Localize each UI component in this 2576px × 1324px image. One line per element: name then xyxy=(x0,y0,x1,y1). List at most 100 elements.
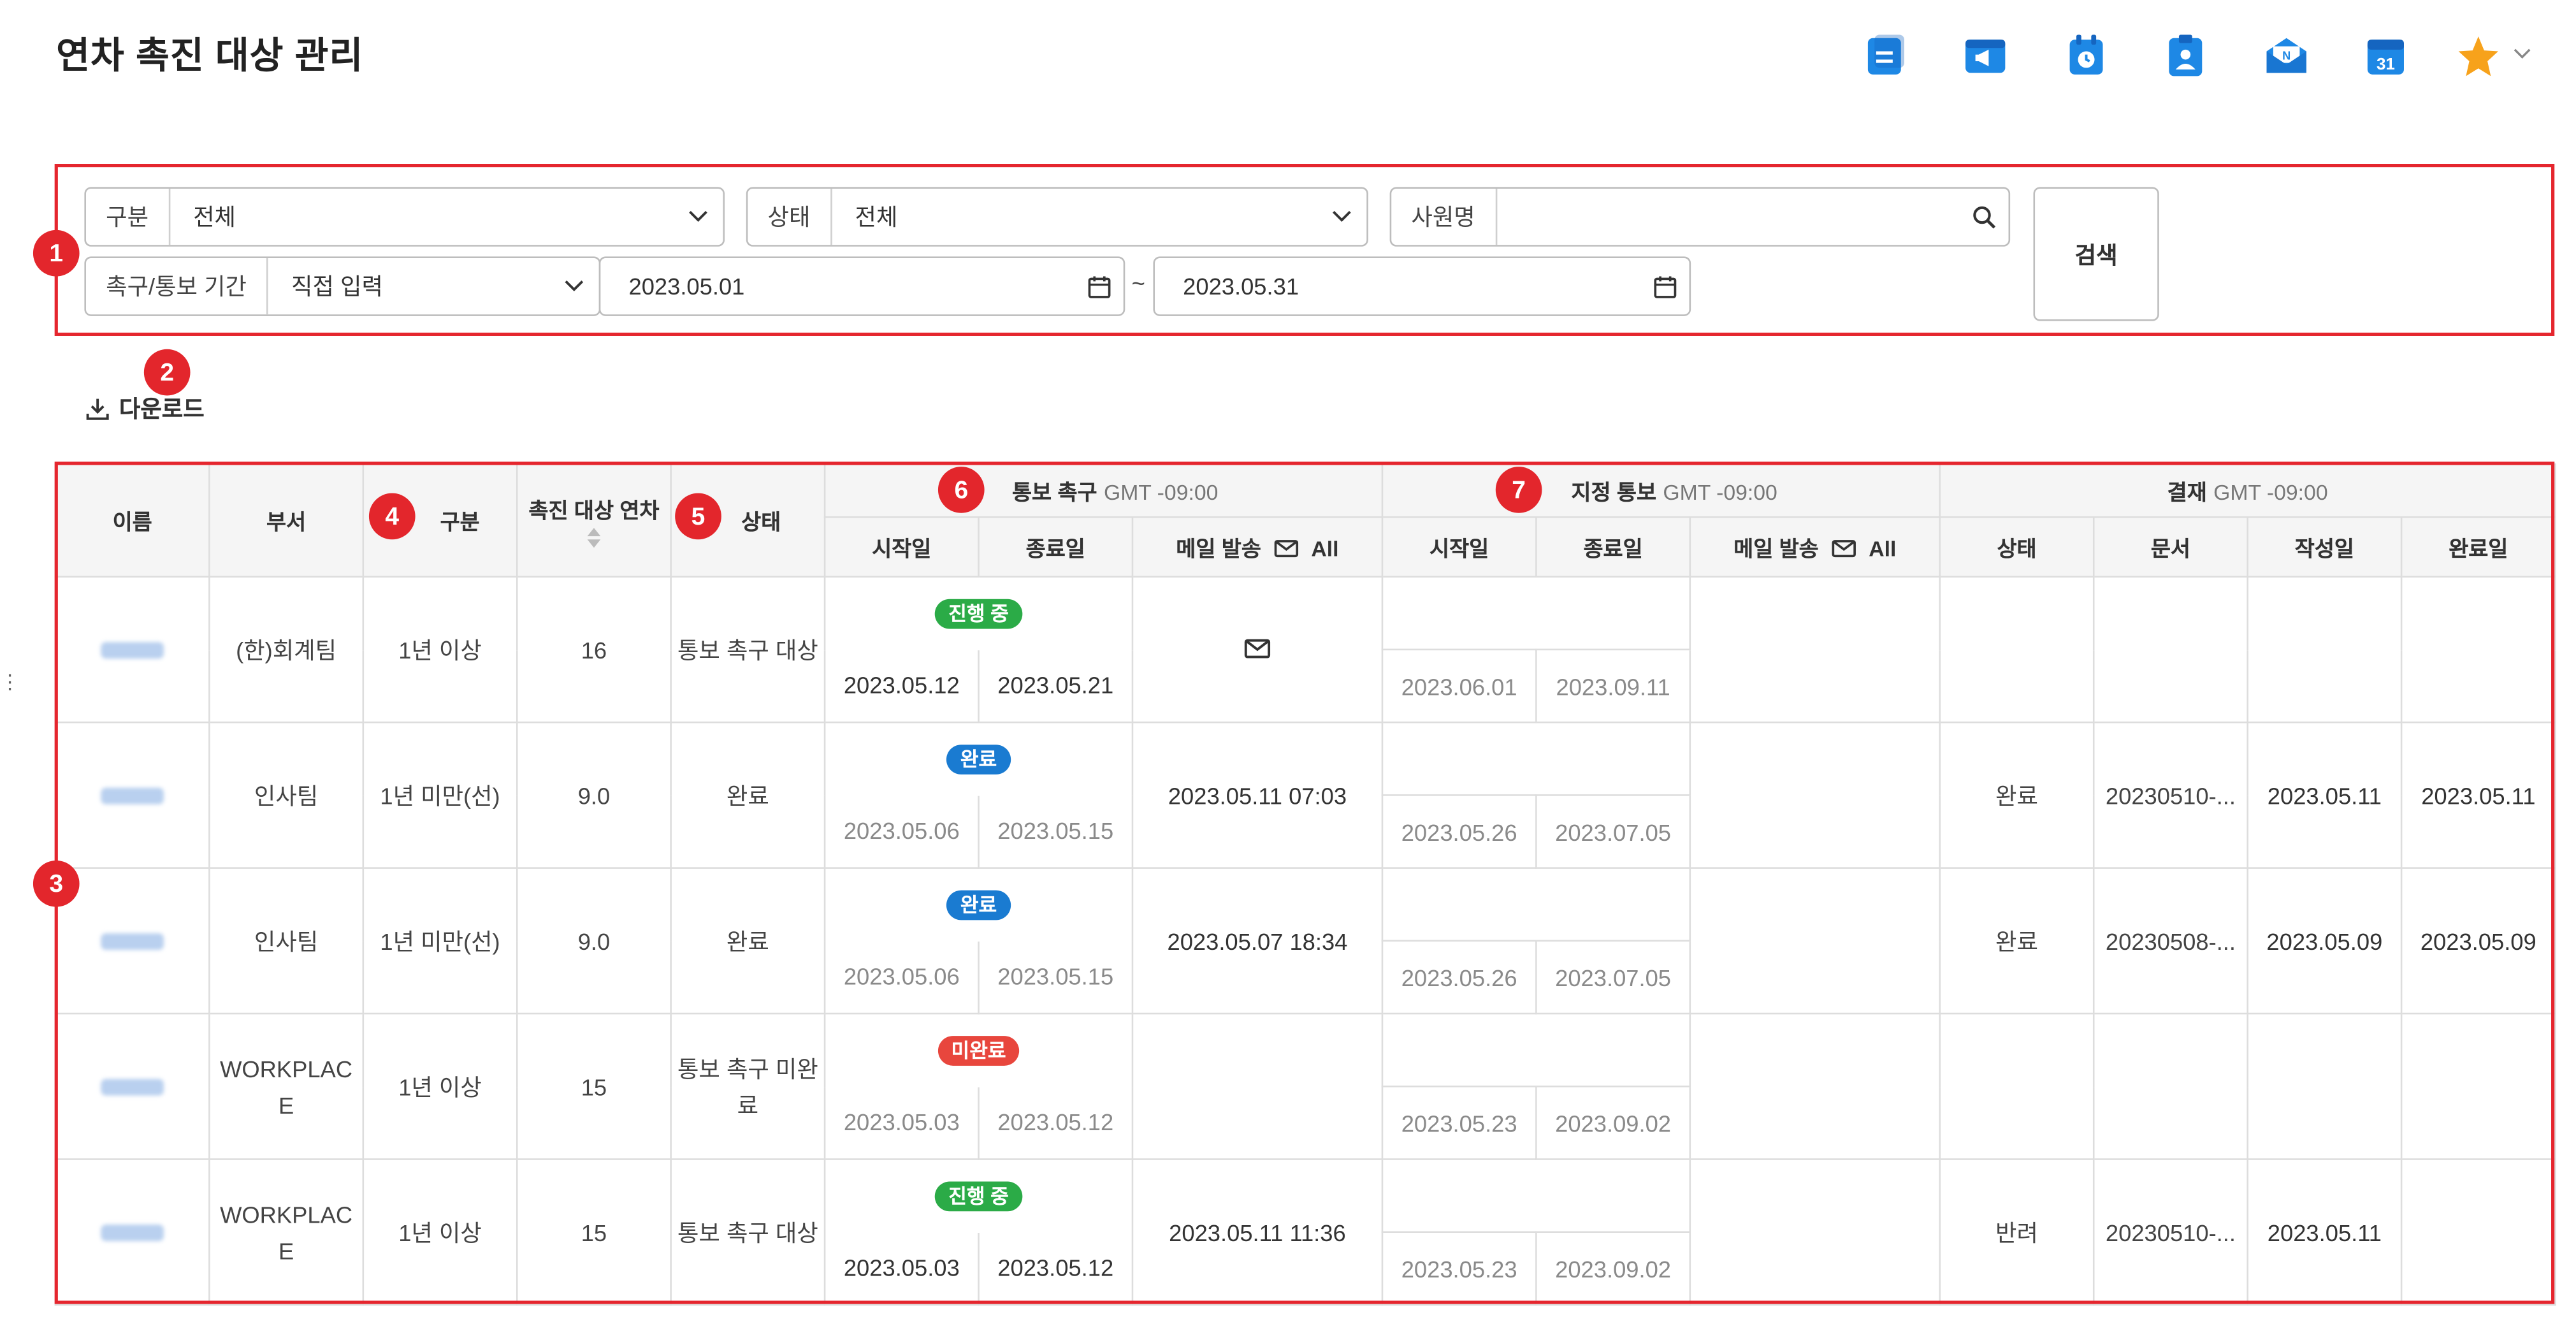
period-start-date[interactable]: 2023.05.01 xyxy=(598,256,1125,316)
category-cell: 1년 이상 xyxy=(362,1158,518,1306)
approval-created-cell xyxy=(2247,576,2403,724)
approval-doc-link[interactable]: 20230510-... xyxy=(2092,1158,2248,1306)
urge-end-cell: 2023.05.15 xyxy=(978,795,1134,869)
chevron-down-icon xyxy=(674,210,723,224)
category-value: 전체 xyxy=(193,203,236,230)
mail-all-label: All xyxy=(1311,536,1339,562)
category-cell: 1년 이상 xyxy=(362,1012,518,1160)
header-urge-start: 시작일 xyxy=(823,516,980,578)
urge-state-cell: 진행 중 xyxy=(823,576,1134,650)
designate-start-cell: 2023.05.26 xyxy=(1381,794,1537,869)
table-row[interactable]: (한)회계팀 1년 이상 16 통보 촉구 대상 진행 중 xyxy=(54,576,2556,724)
employee-name[interactable] xyxy=(54,721,210,869)
chevron-down-icon xyxy=(549,280,599,293)
status-cell: 통보 촉구 미완 료 xyxy=(670,1012,826,1160)
header-leave-days[interactable]: 촉진 대상 연차 xyxy=(516,463,672,578)
urge-state-cell: 미완료 xyxy=(823,1012,1134,1087)
category-label: 구분 xyxy=(86,188,170,245)
approval-doc-link[interactable] xyxy=(2092,576,2248,724)
designate-state-cell xyxy=(1381,721,1691,796)
calendar-icon[interactable]: 31 xyxy=(2361,31,2410,81)
favorite-chevron-down-icon[interactable] xyxy=(2513,45,2531,64)
designate-end-cell: 2023.07.05 xyxy=(1535,940,1691,1015)
urge-mail-time: 2023.05.11 07:03 xyxy=(1131,721,1384,869)
table-row[interactable]: WORKPLAC E 1년 이상 15 통보 촉구 미완 료 미완료 xyxy=(54,1012,2556,1160)
employee-name[interactable] xyxy=(54,576,210,724)
header-urge-end: 종료일 xyxy=(978,516,1134,578)
header-urge-group: 통보 촉구 GMT -09:00 xyxy=(823,463,1384,518)
favorite-star-icon[interactable] xyxy=(2454,31,2503,81)
resize-handle-dots[interactable]: ⋮ xyxy=(0,672,20,692)
header-approval-doc: 문서 xyxy=(2092,516,2248,578)
approval-status-cell: 완료 xyxy=(1939,721,2095,869)
annotation-badge-3: 3 xyxy=(33,860,80,907)
mail-send-label: 메일 발송 xyxy=(1733,536,1819,562)
urge-start-cell: 2023.05.06 xyxy=(823,940,980,1015)
search-icon[interactable] xyxy=(1959,205,2009,229)
approval-completed-cell xyxy=(2400,576,2556,724)
svg-text:N: N xyxy=(2282,49,2290,62)
dept-cell: WORKPLAC E xyxy=(208,1158,365,1306)
designate-start-cell: 2023.06.01 xyxy=(1381,648,1537,724)
period-label: 촉구/통보 기간 xyxy=(86,258,268,315)
designate-end-cell: 2023.09.11 xyxy=(1535,648,1691,724)
designate-end-cell: 2023.09.02 xyxy=(1535,1085,1691,1160)
dept-cell: WORKPLAC E xyxy=(208,1012,365,1160)
dept-cell: 인사팀 xyxy=(208,721,365,869)
employee-name-link[interactable] xyxy=(101,1078,164,1095)
urge-end-cell: 2023.05.21 xyxy=(978,649,1134,724)
approval-icon[interactable] xyxy=(2160,31,2210,81)
leave-days-cell: 15 xyxy=(516,1158,672,1306)
download-icon xyxy=(86,398,109,420)
calendar-small-icon[interactable] xyxy=(1640,274,1690,299)
header-urge-mail[interactable]: 메일 발송 All xyxy=(1131,516,1384,578)
notice-icon[interactable] xyxy=(1960,31,2010,81)
employee-name[interactable] xyxy=(54,1012,210,1160)
leave-days-cell: 9.0 xyxy=(516,867,672,1015)
period-end-value: 2023.05.31 xyxy=(1183,273,1299,300)
search-button[interactable]: 검색 xyxy=(2033,187,2159,321)
calendar-small-icon[interactable] xyxy=(1074,274,1124,299)
table-row[interactable]: WORKPLAC E 1년 이상 15 통보 촉구 대상 진행 중 2023.05.11 … xyxy=(54,1158,2556,1306)
sort-icon[interactable] xyxy=(587,528,601,548)
employee-name-link[interactable] xyxy=(101,787,164,804)
period-start-value: 2023.05.01 xyxy=(628,273,745,300)
approval-completed-cell: 2023.05.09 xyxy=(2400,867,2556,1015)
urge-mail-time: 2023.05.11 11:36 xyxy=(1131,1158,1384,1306)
mail-small-icon xyxy=(1832,540,1856,558)
urge-status-badge: 완료 xyxy=(947,744,1010,775)
employee-search-field[interactable]: 사원명 xyxy=(1389,187,2011,247)
designate-group-label: 지정 통보 xyxy=(1571,479,1657,505)
approval-status-cell: 완료 xyxy=(1939,867,2095,1015)
designate-mail-cell xyxy=(1689,576,1941,724)
urge-state-cell: 완료 xyxy=(823,867,1134,941)
mail-icon[interactable]: N xyxy=(2262,31,2312,81)
table-row[interactable]: 인사팀 1년 미만(선) 9.0 완료 완료 2023.05.11 07:03 완료 2023… xyxy=(54,721,2556,869)
approval-doc-link[interactable] xyxy=(2092,1012,2248,1160)
annotation-badge-6: 6 xyxy=(937,467,985,513)
header-designate-mail[interactable]: 메일 발송 All xyxy=(1689,516,1941,578)
approval-doc-link[interactable]: 20230508-... xyxy=(2092,867,2248,1015)
employee-name-link[interactable] xyxy=(101,932,164,949)
employee-label: 사원명 xyxy=(1391,188,1497,245)
period-end-date[interactable]: 2023.05.31 xyxy=(1153,256,1691,316)
category-cell: 1년 이상 xyxy=(362,576,518,724)
employee-name[interactable] xyxy=(54,1158,210,1306)
download-button[interactable]: 다운로드 xyxy=(86,392,205,425)
employee-name-link[interactable] xyxy=(101,641,164,658)
mail-send-icon[interactable] xyxy=(1244,638,1271,658)
table-row[interactable]: 인사팀 1년 미만(선) 9.0 완료 완료 2023.05.07 18:34 완료 2023… xyxy=(54,867,2556,1015)
approval-created-cell: 2023.05.09 xyxy=(2247,867,2403,1015)
status-select[interactable]: 상태 전체 xyxy=(746,187,1368,247)
period-mode-select[interactable]: 촉구/통보 기간 직접 입력 xyxy=(84,256,601,316)
category-select[interactable]: 구분 전체 xyxy=(84,187,725,247)
header-approval-status: 상태 xyxy=(1939,516,2095,578)
approval-doc-link[interactable]: 20230510-... xyxy=(2092,721,2248,869)
annotation-badge-2: 2 xyxy=(143,349,191,396)
header-designate-end: 종료일 xyxy=(1535,516,1691,578)
attendance-icon[interactable] xyxy=(2062,31,2111,81)
urge-mail-send[interactable] xyxy=(1131,576,1384,724)
board-icon[interactable] xyxy=(1862,31,1911,81)
employee-name-link[interactable] xyxy=(101,1223,164,1240)
designate-state-cell xyxy=(1381,576,1691,650)
